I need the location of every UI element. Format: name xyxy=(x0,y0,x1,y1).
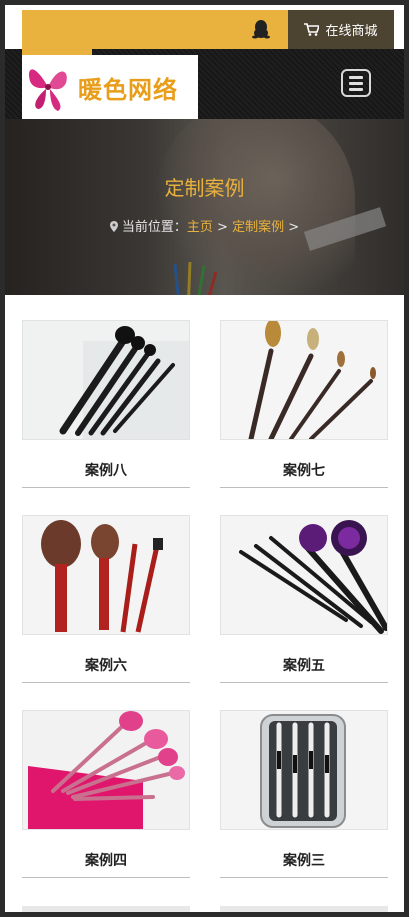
case-card[interactable]: 案例六 xyxy=(22,515,190,683)
brush-set-image xyxy=(221,321,387,439)
case-title[interactable]: 案例八 xyxy=(22,454,190,488)
qq-penguin-icon[interactable] xyxy=(250,18,272,40)
case-image[interactable] xyxy=(220,320,388,440)
brush-set-image xyxy=(23,711,189,829)
logo-text: 暖色网络 xyxy=(78,74,178,104)
case-title[interactable]: 案例七 xyxy=(220,454,388,488)
case-card[interactable]: 案例四 xyxy=(22,710,190,878)
breadcrumb-separator: > xyxy=(212,220,233,235)
online-shop-button[interactable]: 在线商城 xyxy=(288,10,394,49)
case-image-partial[interactable] xyxy=(220,906,388,912)
brush-set-image xyxy=(23,516,189,634)
breadcrumb-prefix: 当前位置： xyxy=(121,220,187,235)
breadcrumb: 当前位置：主页 > 定制案例 > xyxy=(0,216,409,235)
breadcrumb-home-link[interactable]: 主页 xyxy=(187,220,213,235)
case-title[interactable]: 案例三 xyxy=(220,844,388,878)
butterfly-fairy-icon xyxy=(28,69,67,111)
case-title[interactable]: 案例五 xyxy=(220,649,388,683)
case-card[interactable]: 案例八 xyxy=(22,320,190,488)
case-card[interactable]: 案例七 xyxy=(220,320,388,488)
banner-image xyxy=(5,119,404,295)
case-image[interactable] xyxy=(220,515,388,635)
page-title: 定制案例 xyxy=(164,176,245,200)
hamburger-menu-icon[interactable] xyxy=(341,69,371,97)
brush-set-image xyxy=(221,711,387,829)
breadcrumb-separator: > xyxy=(284,220,300,235)
breadcrumb-current-link[interactable]: 定制案例 xyxy=(232,220,284,235)
brush-set-image xyxy=(23,321,189,439)
case-image[interactable] xyxy=(22,320,190,440)
top-bar: 在线商城 xyxy=(22,10,394,49)
case-title[interactable]: 案例四 xyxy=(22,844,190,878)
cart-icon xyxy=(304,23,320,36)
case-image[interactable] xyxy=(22,710,190,830)
case-image-partial[interactable] xyxy=(22,906,190,912)
shop-label: 在线商城 xyxy=(325,24,378,39)
site-logo[interactable]: 暖色网络 xyxy=(22,55,198,119)
location-pin-icon xyxy=(109,221,118,232)
brush-set-image xyxy=(221,516,387,634)
case-image[interactable] xyxy=(220,710,388,830)
case-image[interactable] xyxy=(22,515,190,635)
case-card[interactable]: 案例三 xyxy=(220,710,388,878)
case-card[interactable]: 案例五 xyxy=(220,515,388,683)
case-title[interactable]: 案例六 xyxy=(22,649,190,683)
